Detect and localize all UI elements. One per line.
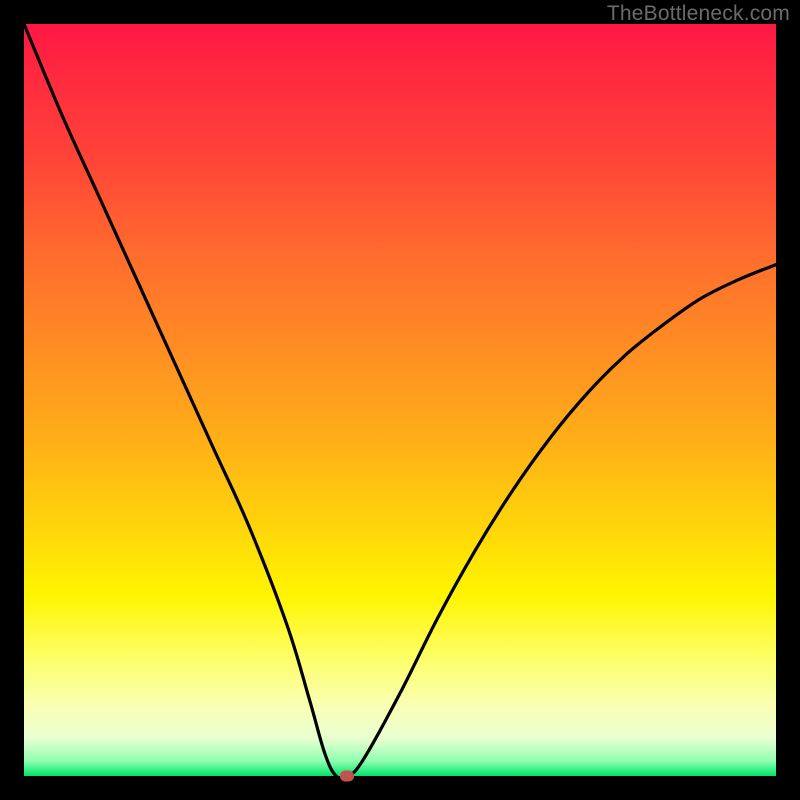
chart-frame: TheBottleneck.com — [0, 0, 800, 800]
bottleneck-curve — [24, 24, 776, 776]
plot-area — [24, 24, 776, 776]
curve-path — [24, 24, 776, 779]
optimum-marker — [340, 771, 354, 782]
watermark-text: TheBottleneck.com — [607, 2, 790, 26]
